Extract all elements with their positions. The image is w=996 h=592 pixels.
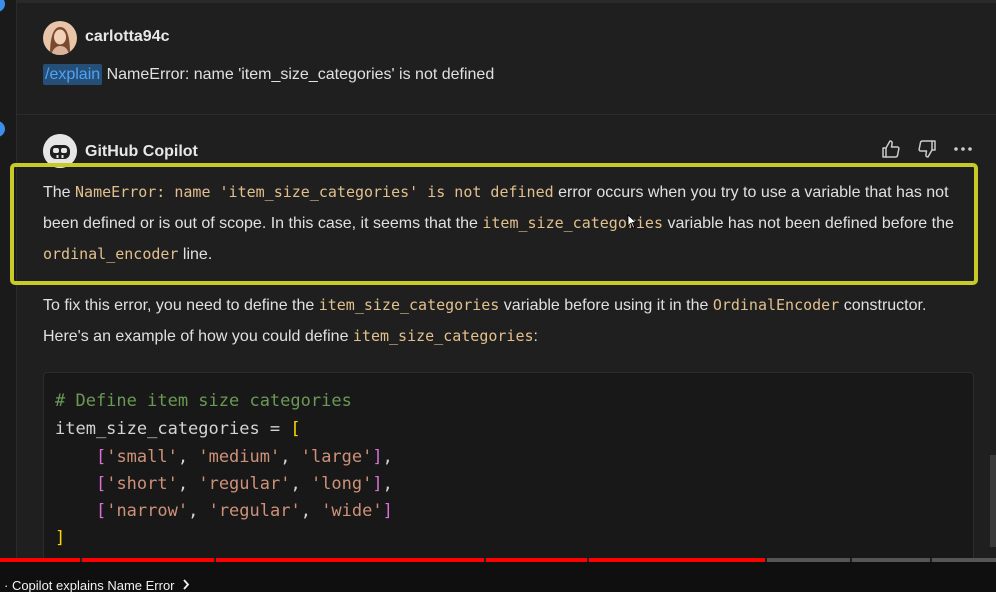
message-divider [16,114,996,115]
text: The [43,184,76,201]
chapter-title-text: · Copilot explains Name Error [4,578,175,592]
code-string: 'long' [310,474,373,494]
response-paragraph-1: The NameError: name 'item_size_categorie… [43,177,968,270]
chapter-marker [765,558,767,562]
code-line: item_size_categories = [ [55,419,301,439]
code-string: 'regular' [198,474,291,494]
code-string: 'small' [106,447,178,467]
inline-code: ordinal_encoder [43,245,179,263]
user-name: carlotta94c [85,28,170,45]
code-identifier: item_size_categories = [55,419,291,439]
video-progress-fill [0,558,767,562]
chapter-marker [930,558,932,562]
inline-code: item_size_categories [352,327,534,345]
code-string: 'wide' [321,501,383,521]
code-line: ['narrow', 'regular', 'wide'] [95,501,393,521]
user-avatar[interactable] [43,21,77,55]
assistant-name: GitHub Copilot [85,143,198,160]
text: : [533,328,538,345]
inline-code: OrdinalEncoder [712,296,840,314]
chapter-marker [850,558,852,562]
text: variable before using it in the [499,297,713,314]
code-string: 'large' [300,447,373,467]
scrollbar-thumb[interactable] [990,455,996,547]
code-line: ] [55,528,65,548]
chapter-title[interactable]: · Copilot explains Name Error [4,578,190,592]
mouse-cursor-icon [627,214,637,229]
text: variable has not been defined before the [663,215,954,232]
user-message-text: NameError: name 'item_size_categories' i… [102,66,495,83]
code-string: 'narrow' [106,501,189,521]
code-bracket: [ [290,419,301,439]
chapter-marker [214,558,216,562]
thumbs-down-icon[interactable] [916,138,938,160]
code-string: 'short' [106,474,178,494]
video-progress-bar[interactable] [0,558,996,562]
chapter-marker [484,558,486,562]
chapter-marker [587,558,589,562]
code-string: 'medium' [198,447,281,467]
response-actions [880,138,974,160]
text: line. [178,246,213,263]
code-string: 'regular' [208,501,301,521]
response-paragraph-2: To fix this error, you need to define th… [43,290,968,352]
chevron-right-icon [182,578,190,592]
chat-panel: carlotta94c /explain NameError: name 'it… [0,0,996,592]
top-edge [0,0,996,3]
gutter-marker [0,121,5,137]
slash-command: /explain [43,64,103,85]
thumbs-up-icon[interactable] [880,138,902,160]
code-block[interactable]: # Define item size categories item_size_… [43,372,974,564]
code-line: ['small', 'medium', 'large'], [95,447,393,467]
code-line: ['short', 'regular', 'long'], [95,474,393,494]
code-bracket: ] [55,528,66,548]
inline-code: item_size_categories [318,296,500,314]
user-message: /explain NameError: name 'item_size_cate… [43,64,495,85]
inline-code: NameError: name 'item_size_categories' i… [75,183,554,201]
gutter-marker [0,0,5,12]
text: To fix this error, you need to define th… [43,297,319,314]
code-comment: # Define item size categories [55,391,352,411]
chapter-marker [80,558,82,562]
more-icon[interactable] [952,138,974,160]
